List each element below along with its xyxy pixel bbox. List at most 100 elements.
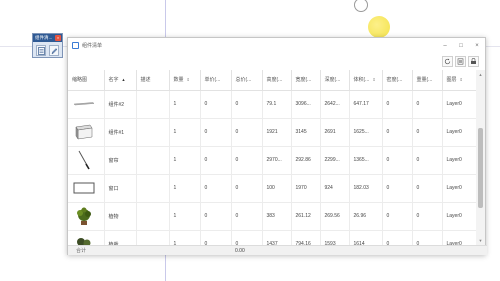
component-list-window: 组件清单 – □ × 缩略图 名字 ▲ 描述 数量 ⇕ 单价(... 总价(..…: [67, 37, 487, 255]
window-title: 组件清单: [82, 43, 103, 49]
column-header-height[interactable]: 高度(...: [262, 70, 292, 91]
cell-total-price: 0: [231, 202, 263, 231]
column-header-width[interactable]: 宽度(...: [291, 70, 321, 91]
vertical-scrollbar[interactable]: ▲ ▼: [476, 70, 485, 245]
table-row[interactable]: 窗口 1 0 0 100 1970 924 182.03 0 0 Layer0: [68, 174, 478, 203]
table-row[interactable]: 窗帘 1 0 0 2970... 292.86 2299... 1365... …: [68, 146, 478, 175]
cell-volume: 26.96: [349, 202, 383, 231]
table-row[interactable]: 组件#1 1 0 0 1921 3145 2691 1625... 0 0 La…: [68, 118, 478, 147]
column-header-thumbnail[interactable]: 缩略图: [68, 70, 105, 91]
table-row[interactable]: 组件#2 1 0 0 79.1 3096... 2642... 647.17 0…: [68, 90, 478, 119]
table-row[interactable]: 植物 1 0 0 383 261.12 269.56 26.96 0 0 Lay…: [68, 202, 478, 231]
sun-icon: [368, 16, 390, 38]
window-titlebar[interactable]: 组件清单: [68, 38, 485, 53]
cell-volume: 182.03: [349, 174, 383, 203]
cell-total-price: 0: [231, 146, 263, 175]
cell-name: 植物: [104, 202, 137, 231]
cell-unit-price: 0: [200, 146, 232, 175]
column-header-layer[interactable]: 图层 ⇕: [442, 70, 478, 91]
cell-unit-price: 0: [200, 90, 232, 119]
column-header-density[interactable]: 密度(...: [382, 70, 413, 91]
app-icon: [72, 42, 79, 49]
column-header-description[interactable]: 描述: [136, 70, 170, 91]
refresh-icon[interactable]: [442, 56, 453, 67]
cell-height: 383: [262, 202, 292, 231]
scrollbar-thumb[interactable]: [478, 128, 483, 208]
column-header-depth[interactable]: 深度(...: [320, 70, 350, 91]
cell-weight: 0: [412, 146, 443, 175]
export-icon[interactable]: [455, 56, 466, 67]
cell-name: 植栽: [104, 230, 137, 245]
thumbnail-box-icon: [72, 122, 96, 142]
cell-weight: 0: [412, 90, 443, 119]
cell-density: 0: [382, 230, 413, 245]
cell-height: 100: [262, 174, 292, 203]
cell-width: 3145: [291, 118, 321, 147]
footer-total-label: 合计: [76, 248, 87, 254]
minimize-button[interactable]: –: [437, 38, 453, 53]
close-button[interactable]: ×: [469, 38, 485, 53]
cell-width: 261.12: [291, 202, 321, 231]
column-header-quantity[interactable]: 数量 ⇕: [169, 70, 201, 91]
cell-volume: 647.17: [349, 90, 383, 119]
cell-description: [136, 146, 170, 175]
edit-tool-icon[interactable]: [49, 45, 59, 56]
cell-layer: Layer0: [442, 146, 478, 175]
cell-density: 0: [382, 118, 413, 147]
cell-unit-price: 0: [200, 118, 232, 147]
scroll-down-icon[interactable]: ▼: [476, 236, 485, 245]
cell-total-price: 0: [231, 118, 263, 147]
maximize-button[interactable]: □: [453, 38, 469, 53]
column-header-weight[interactable]: 重量(...: [412, 70, 443, 91]
cell-depth: 2299...: [320, 146, 350, 175]
cell-total-price: 0: [231, 174, 263, 203]
cell-density: 0: [382, 174, 413, 203]
sort-icon: ⇕: [186, 77, 190, 83]
orbit-gizmo-icon[interactable]: [354, 0, 368, 12]
list-tool-icon[interactable]: [36, 45, 46, 56]
cell-height: 1921: [262, 118, 292, 147]
column-header-unit-price[interactable]: 单价(...: [200, 70, 232, 91]
cell-layer: Layer0: [442, 90, 478, 119]
cell-description: [136, 90, 170, 119]
cell-name: 窗帘: [104, 146, 137, 175]
column-header-total-price[interactable]: 总价(...: [231, 70, 263, 91]
thumbnail-flat-panel-icon: [72, 94, 96, 114]
cell-depth: 2642...: [320, 90, 350, 119]
cell-unit-price: 0: [200, 202, 232, 231]
cell-description: [136, 118, 170, 147]
cell-quantity: 1: [169, 118, 201, 147]
component-table: 缩略图 名字 ▲ 描述 数量 ⇕ 单价(... 总价(... 高度(... 宽度(.…: [68, 70, 478, 245]
cell-density: 0: [382, 90, 413, 119]
cell-depth: 1593: [320, 230, 350, 245]
column-header-volume[interactable]: 体积(... ⇕: [349, 70, 383, 91]
cell-name: 组件#1: [104, 118, 137, 147]
cell-volume: 1625...: [349, 118, 383, 147]
cell-depth: 269.56: [320, 202, 350, 231]
cell-width: 3096...: [291, 90, 321, 119]
footer-total-value: 0.00: [235, 247, 245, 254]
settings-icon[interactable]: [468, 56, 479, 67]
cell-weight: 0: [412, 202, 443, 231]
scroll-up-icon[interactable]: ▲: [476, 70, 485, 79]
mini-panel-close-button[interactable]: ×: [55, 35, 61, 41]
cell-width: 794.16: [291, 230, 321, 245]
cell-quantity: 1: [169, 230, 201, 245]
cell-weight: 0: [412, 174, 443, 203]
cell-quantity: 1: [169, 174, 201, 203]
cell-name: 组件#2: [104, 90, 137, 119]
cell-weight: 0: [412, 230, 443, 245]
sort-icon: ⇕: [372, 77, 376, 83]
cell-total-price: 0: [231, 230, 263, 245]
table-row[interactable]: 植栽 1 0 0 1437 794.16 1593 1614 0 0 Layer…: [68, 230, 478, 245]
cell-description: [136, 230, 170, 245]
cell-width: 292.86: [291, 146, 321, 175]
thumbnail-planter-icon: [72, 234, 96, 245]
cell-weight: 0: [412, 118, 443, 147]
column-header-name[interactable]: 名字 ▲: [104, 70, 137, 91]
cell-total-price: 0: [231, 90, 263, 119]
thumbnail-curtain-rod-icon: [72, 150, 96, 170]
cell-quantity: 1: [169, 202, 201, 231]
cell-volume: 1614: [349, 230, 383, 245]
cell-layer: Layer0: [442, 202, 478, 231]
